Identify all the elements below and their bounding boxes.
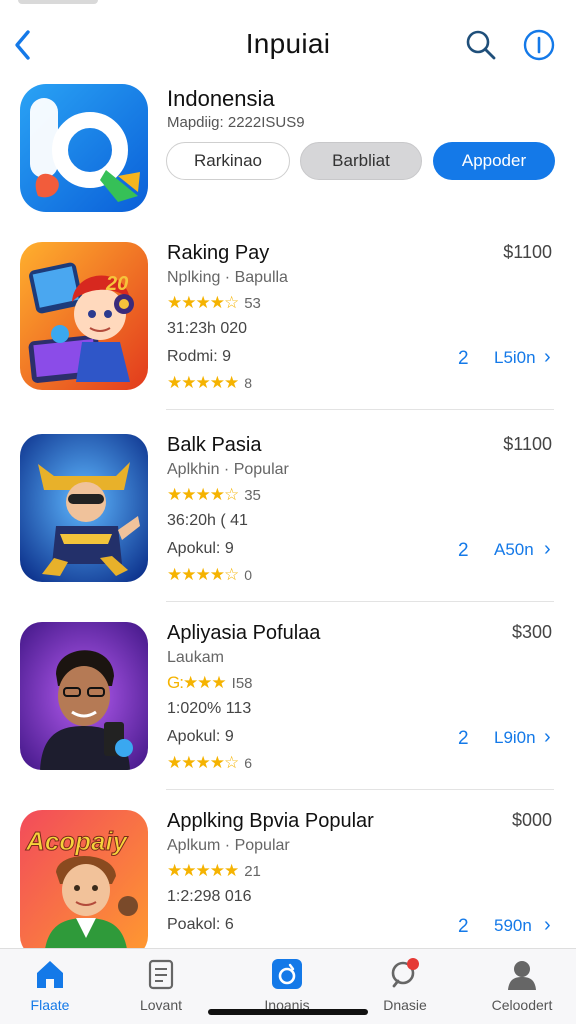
rating-count: 21 — [244, 862, 261, 880]
profile-icon — [508, 961, 536, 990]
app-category: Laukam — [167, 649, 224, 666]
filter-button-1[interactable]: Rarkinao — [166, 142, 290, 180]
app-category: Nplking · Bapulla — [167, 269, 288, 286]
app-rating: ★★★★★ 21 — [167, 861, 261, 881]
app-rating: ★★★★☆ 35 — [167, 485, 261, 505]
app-list-item[interactable]: 20 Raking Pay Nplking · Bapulla ★★★★☆ 53… — [0, 232, 576, 410]
tab-flaate[interactable]: Flaate — [2, 957, 98, 1019]
app-name[interactable]: Raking Pay — [167, 242, 269, 265]
tab-label: Flaate — [30, 997, 70, 1013]
app-meta: 36:20h ( 41 — [167, 512, 248, 529]
info-button[interactable] — [522, 28, 556, 62]
star-rating-icon: ★★★★☆ — [167, 293, 239, 312]
svg-text:20: 20 — [105, 273, 128, 295]
rating-count: 8 — [244, 375, 252, 391]
tab-celoodert[interactable]: Celoodert — [474, 957, 570, 1019]
app-rating-secondary: ★★★★☆ 6 — [167, 753, 252, 773]
rating-count: 53 — [244, 294, 261, 312]
svg-text:Acopaiy: Acopaiy — [25, 826, 129, 856]
rating-count: 35 — [244, 486, 261, 504]
rating-count: 6 — [244, 755, 252, 771]
tab-lovant[interactable]: Lovant — [113, 957, 209, 1019]
featured-app-icon[interactable] — [20, 84, 148, 212]
app-rating: G:★★★ I58 — [167, 673, 253, 693]
app-price: $000 — [511, 810, 552, 830]
featured-title: Indonensia — [167, 86, 275, 111]
app-name[interactable]: Applking Bpvia Popular — [167, 810, 374, 833]
rating-count: I58 — [231, 674, 253, 692]
app-icon[interactable] — [20, 434, 148, 582]
star-rating-icon: ★★★★★ — [167, 373, 239, 392]
info-icon — [523, 29, 555, 61]
chevron-right-icon[interactable]: › — [544, 726, 551, 749]
divider — [166, 789, 554, 790]
app-icon[interactable]: 20 — [20, 242, 148, 390]
navigation-bar: Inpuiai — [0, 18, 576, 72]
app-store-icon — [272, 959, 302, 989]
download-count: 2 — [458, 728, 469, 749]
tab-label: Celoodert — [491, 997, 553, 1013]
filter-button-2[interactable]: Barbliat — [300, 142, 422, 180]
app-sub-meta: Poakol: 6 — [167, 916, 234, 933]
app-name[interactable]: Balk Pasia — [167, 434, 262, 457]
home-icon — [37, 961, 63, 988]
chevron-right-icon[interactable]: › — [544, 914, 551, 937]
app-price: $1100 — [503, 434, 552, 454]
star-rating-icon: ★★★★☆ — [167, 753, 239, 772]
featured-header: Indonensia Mapdiig: 2222ISUS9 Rarkinao B… — [0, 80, 576, 220]
status-bar-indicator — [18, 0, 98, 4]
app-price: $300 — [511, 622, 552, 642]
divider — [166, 409, 554, 410]
star-rating-icon: ★★★★☆ — [167, 565, 239, 584]
app-rating-secondary: ★★★★☆ 0 — [167, 565, 252, 585]
app-rating-secondary: ★★★★★ 8 — [167, 373, 252, 393]
chevron-right-icon[interactable]: › — [544, 538, 551, 561]
tab-dnasie[interactable]: Dnasie — [357, 957, 453, 1019]
divider — [166, 601, 554, 602]
app-meta: 1:020% 113 — [167, 700, 252, 717]
download-count: 2 — [458, 540, 469, 561]
app-list-item[interactable]: Balk Pasia Aplkhin · Popular ★★★★☆ 35 36… — [0, 424, 576, 602]
app-icon[interactable]: Acopaiy — [20, 810, 148, 958]
get-link[interactable]: A50n — [494, 540, 534, 560]
search-notification-icon — [391, 958, 419, 988]
download-count: 2 — [458, 916, 469, 937]
download-count: 2 — [458, 348, 469, 369]
get-link[interactable]: L5i0n — [494, 348, 536, 368]
star-rating-icon: ★★★★★ — [167, 861, 239, 880]
app-meta: 31:23h 020 — [167, 320, 248, 337]
app-category: Aplkhin · Popular — [167, 461, 289, 478]
app-rating: ★★★★☆ 53 — [167, 293, 261, 313]
app-price: $1100 — [503, 242, 552, 262]
get-link[interactable]: L9i0n — [494, 728, 536, 748]
app-category: Aplkum · Popular — [167, 837, 290, 854]
star-rating-icon: ★★★★☆ — [167, 485, 239, 504]
home-indicator — [208, 1009, 368, 1015]
status-bar — [0, 0, 576, 14]
search-button[interactable] — [464, 28, 498, 62]
star-rating-icon: G:★★★ — [167, 673, 227, 692]
tab-label: Dnasie — [383, 997, 427, 1013]
app-sub-meta: Apokul: 9 — [167, 728, 234, 745]
app-sub-meta: Apokul: 9 — [167, 540, 234, 557]
chevron-right-icon[interactable]: › — [544, 346, 551, 369]
filter-button-3[interactable]: Appoder — [433, 142, 555, 180]
tab-label: Lovant — [139, 997, 183, 1013]
search-icon — [466, 30, 496, 60]
document-icon — [148, 959, 174, 990]
app-sub-meta: Rodmi: 9 — [167, 348, 232, 365]
app-name[interactable]: Apliyasia Pofulaa — [167, 622, 320, 645]
app-list-item[interactable]: Apliyasia Pofulaa Laukam G:★★★ I58 1:020… — [0, 612, 576, 790]
rating-count: 0 — [244, 567, 252, 583]
get-link[interactable]: 590n — [494, 916, 532, 936]
app-icon[interactable] — [20, 622, 148, 770]
app-meta: 1:2:298 016 — [167, 888, 252, 905]
featured-subtitle: Mapdiig: 2222ISUS9 — [167, 114, 305, 131]
